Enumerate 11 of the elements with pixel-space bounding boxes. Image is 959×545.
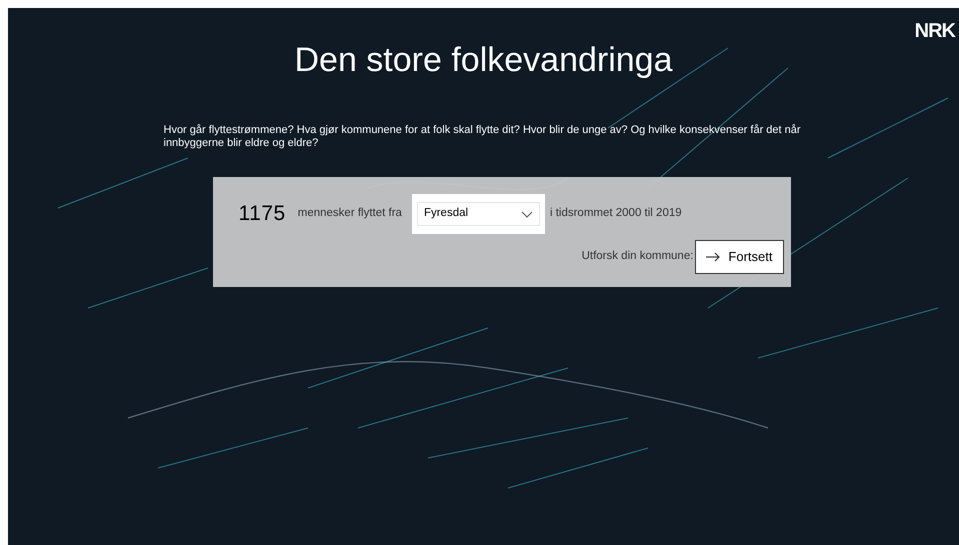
period-label: i tidsrommet 2000 til 2019 <box>550 206 682 222</box>
people-count: 1175 <box>238 201 286 228</box>
moved-from-label: mennesker flyttet fra <box>298 206 402 222</box>
page-title: Den store folkevandringa <box>294 40 672 80</box>
arrow-right-icon <box>706 252 720 262</box>
logo: NRK <box>914 21 955 38</box>
intro-paragraph: Hvor går flyttestrømmene? Hva gjør kommunene for at folk skal flytte dit? Hvor blir de unge av? Og hvilke konsekvenser får det når innbyggerne blir eldre og eldre? <box>164 124 802 150</box>
municipality-dropdown[interactable]: Fyresdal <box>412 194 545 234</box>
chevron-down-icon <box>520 210 533 218</box>
explore-label: Utforsk din kommune: <box>582 249 694 264</box>
continue-button[interactable]: Fortsett <box>695 240 784 274</box>
